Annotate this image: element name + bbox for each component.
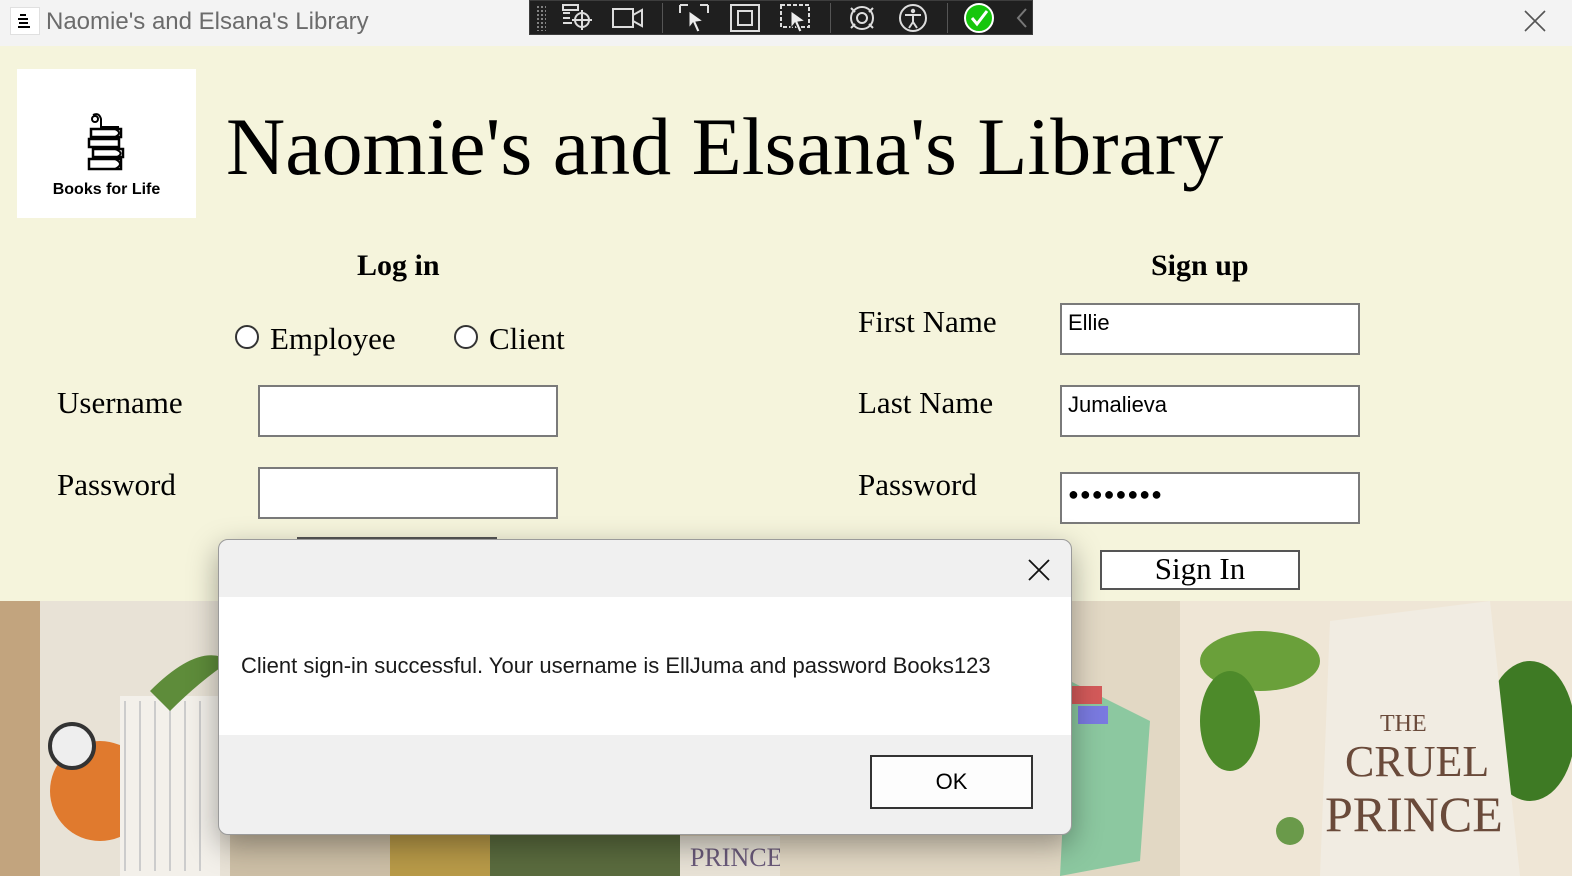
client-radio-label[interactable]: Client — [489, 321, 565, 357]
check-icon[interactable] — [962, 2, 997, 33]
book-title-line-2: CRUEL — [1345, 737, 1489, 786]
login-heading: Log in — [357, 249, 440, 282]
page-title: Naomie's and Elsana's Library — [226, 101, 1224, 192]
logo-text: Books for Life — [52, 181, 161, 198]
books-stack-icon — [87, 113, 125, 171]
employee-radio[interactable] — [235, 325, 259, 349]
debug-toolbar — [529, 0, 1033, 35]
track-focus-icon[interactable] — [779, 3, 814, 33]
last-name-label: Last Name — [858, 385, 994, 420]
toolbar-separator — [946, 2, 948, 33]
signup-password-input[interactable]: ●●●●●●●● — [1060, 472, 1360, 524]
dialog-message: Client sign-in successful. Your username… — [241, 653, 991, 678]
last-name-input[interactable]: Jumalieva — [1060, 385, 1360, 437]
live-visual-tree-icon[interactable] — [560, 3, 595, 33]
accessibility-icon[interactable] — [896, 3, 931, 33]
message-dialog: Client sign-in successful. Your username… — [218, 539, 1072, 835]
select-element-icon[interactable] — [677, 3, 712, 33]
book-title-line-1: THE — [1380, 711, 1427, 737]
client-radio[interactable] — [454, 325, 478, 349]
collapse-chevron-icon[interactable] — [1013, 3, 1032, 33]
library-logo: Books for Life — [17, 69, 196, 218]
hot-reload-icon[interactable] — [845, 3, 880, 33]
spine-text: PRINCE — [690, 843, 782, 872]
grip-handle[interactable] — [536, 4, 546, 31]
first-name-input[interactable]: Ellie — [1060, 303, 1360, 355]
signup-heading: Sign up — [1151, 249, 1249, 282]
username-label: Username — [57, 385, 183, 420]
display-layout-adorners-icon[interactable] — [728, 3, 763, 33]
toolbar-separator — [661, 2, 663, 33]
signup-password-label: Password — [858, 467, 977, 502]
login-password-input[interactable] — [258, 467, 558, 519]
toolbar-separator — [829, 2, 831, 33]
login-password-label: Password — [57, 467, 176, 502]
dialog-body: Client sign-in successful. Your username… — [219, 597, 1071, 735]
app-icon — [10, 7, 40, 35]
video-icon[interactable] — [611, 3, 646, 33]
dialog-close-icon[interactable] — [1023, 554, 1055, 586]
sign-in-button[interactable]: Sign In — [1100, 550, 1300, 590]
username-input[interactable] — [258, 385, 558, 437]
book-title-line-3: PRINCE — [1325, 786, 1503, 842]
window-title: Naomie's and Elsana's Library — [46, 8, 369, 35]
ok-button[interactable]: OK — [870, 755, 1033, 809]
first-name-label: First Name — [858, 304, 997, 339]
close-icon[interactable] — [1518, 4, 1552, 38]
employee-radio-label[interactable]: Employee — [270, 321, 396, 357]
